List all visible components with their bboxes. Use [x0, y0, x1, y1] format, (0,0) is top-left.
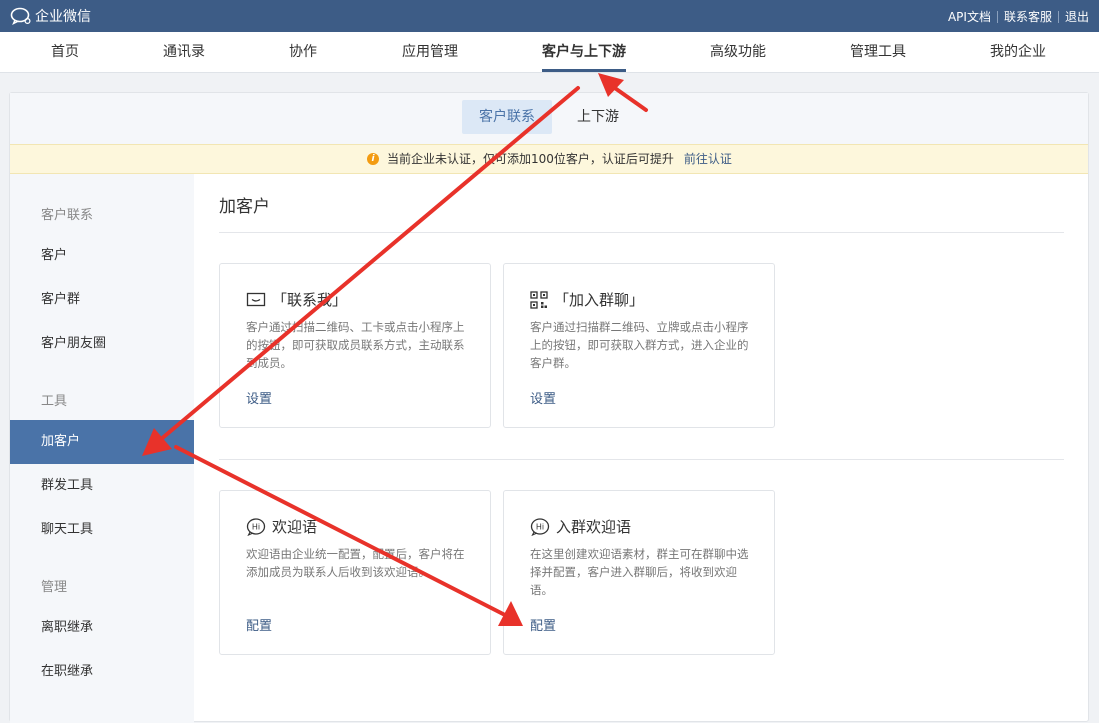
top-bar: 企业微信 API文档 联系客服 退出: [0, 0, 1099, 32]
main-content: 加客户 「联系我」 客户通过扫描二维码、工卡或点击小程序上的按钮，即可获取成员联…: [194, 174, 1088, 723]
logout-link[interactable]: 退出: [1065, 8, 1089, 25]
brand-name: 企业微信: [35, 9, 91, 25]
join-group-card: 「加入群聊」 客户通过扫描群二维码、立牌或点击小程序上的按钮，即可获取入群方式，…: [503, 263, 775, 428]
sidebar-item-mass-send[interactable]: 群发工具: [10, 464, 194, 508]
card-title: 入群欢迎语: [556, 518, 632, 536]
section-divider: [219, 459, 1064, 460]
sub-tabs: 客户联系 上下游: [10, 93, 1088, 144]
group-welcome-card: Hi 入群欢迎语 在这里创建欢迎语素材，群主可在群聊中选择并配置，客户进入群聊后…: [503, 490, 775, 655]
hi-bubble-icon: Hi: [246, 517, 266, 536]
sidebar-item-add-customer[interactable]: 加客户: [10, 420, 194, 464]
sidebar-group-customer-contact: 客户联系: [41, 208, 94, 223]
notice-text: 当前企业未认证，仅可添加100位客户，认证后可提升: [387, 152, 674, 166]
sidebar-item-resign-inherit[interactable]: 离职继承: [10, 606, 194, 650]
contact-me-icon: [246, 292, 266, 306]
nav-home[interactable]: 首页: [51, 32, 79, 72]
api-docs-link[interactable]: API文档: [948, 8, 991, 25]
main-nav: 首页 通讯录 协作 应用管理 客户与上下游 高级功能 管理工具 我的企业: [0, 32, 1099, 73]
sidebar: 客户联系 客户 客户群 客户朋友圈 工具 加客户 群发工具 聊天工具 管理 离职…: [10, 174, 194, 723]
svg-text:Hi: Hi: [536, 522, 544, 531]
nav-contacts[interactable]: 通讯录: [163, 32, 205, 72]
tab-customer-contact[interactable]: 客户联系: [462, 100, 552, 134]
contact-me-settings-link[interactable]: 设置: [246, 388, 272, 407]
link-divider: [996, 10, 998, 23]
nav-app-management[interactable]: 应用管理: [402, 32, 458, 72]
card-description: 欢迎语由企业统一配置，配置后，客户将在添加成员为联系人后收到该欢迎语。: [246, 547, 465, 579]
section-divider: [219, 232, 1064, 233]
brand[interactable]: 企业微信: [10, 6, 91, 26]
tab-upstream-downstream[interactable]: 上下游: [560, 100, 636, 134]
link-divider: [1057, 10, 1059, 23]
card-description: 客户通过扫描群二维码、立牌或点击小程序上的按钮，即可获取入群方式，进入企业的客户…: [530, 320, 749, 370]
sidebar-item-chat-tool[interactable]: 聊天工具: [10, 508, 194, 552]
card-description: 客户通过扫描二维码、工卡或点击小程序上的按钮，即可获取成员联系方式，主动联系到成…: [246, 320, 465, 370]
card-title: 「联系我」: [272, 291, 348, 309]
verification-notice: i 当前企业未认证，仅可添加100位客户，认证后可提升 前往认证: [10, 144, 1088, 174]
page-title: 加客户: [219, 197, 270, 217]
sidebar-group-management: 管理: [41, 580, 68, 595]
contact-me-card: 「联系我」 客户通过扫描二维码、工卡或点击小程序上的按钮，即可获取成员联系方式，…: [219, 263, 491, 428]
nav-advanced-features[interactable]: 高级功能: [710, 32, 766, 72]
contact-support-link[interactable]: 联系客服: [1004, 8, 1052, 25]
wecom-logo-icon: [10, 7, 31, 25]
warning-icon: i: [367, 153, 379, 165]
verify-link[interactable]: 前往认证: [684, 145, 732, 173]
nav-collaboration[interactable]: 协作: [289, 32, 317, 72]
nav-management-tools[interactable]: 管理工具: [850, 32, 906, 72]
card-title: 欢迎语: [272, 518, 318, 536]
top-links: API文档 联系客服 退出: [948, 8, 1089, 25]
sidebar-item-onjob-inherit[interactable]: 在职继承: [10, 650, 194, 694]
nav-my-enterprise[interactable]: 我的企业: [990, 32, 1046, 72]
hi-bubble-icon: Hi: [530, 517, 550, 536]
group-welcome-config-link[interactable]: 配置: [530, 615, 556, 634]
welcome-config-link[interactable]: 配置: [246, 615, 272, 634]
svg-text:Hi: Hi: [252, 522, 260, 531]
sidebar-group-tools: 工具: [41, 394, 68, 409]
sidebar-item-customer[interactable]: 客户: [10, 234, 194, 278]
join-group-settings-link[interactable]: 设置: [530, 388, 556, 407]
content-panel: 客户联系 上下游 i 当前企业未认证，仅可添加100位客户，认证后可提升 前往认…: [9, 92, 1089, 723]
card-description: 在这里创建欢迎语素材，群主可在群聊中选择并配置，客户进入群聊后，将收到欢迎语。: [530, 547, 749, 597]
sidebar-item-customer-group[interactable]: 客户群: [10, 278, 194, 322]
qrcode-icon: [530, 290, 548, 309]
welcome-message-card: Hi 欢迎语 欢迎语由企业统一配置，配置后，客户将在添加成员为联系人后收到该欢迎…: [219, 490, 491, 655]
card-title: 「加入群聊」: [554, 291, 645, 309]
sidebar-item-customer-moments[interactable]: 客户朋友圈: [10, 322, 194, 366]
nav-customers-partners[interactable]: 客户与上下游: [542, 32, 626, 72]
